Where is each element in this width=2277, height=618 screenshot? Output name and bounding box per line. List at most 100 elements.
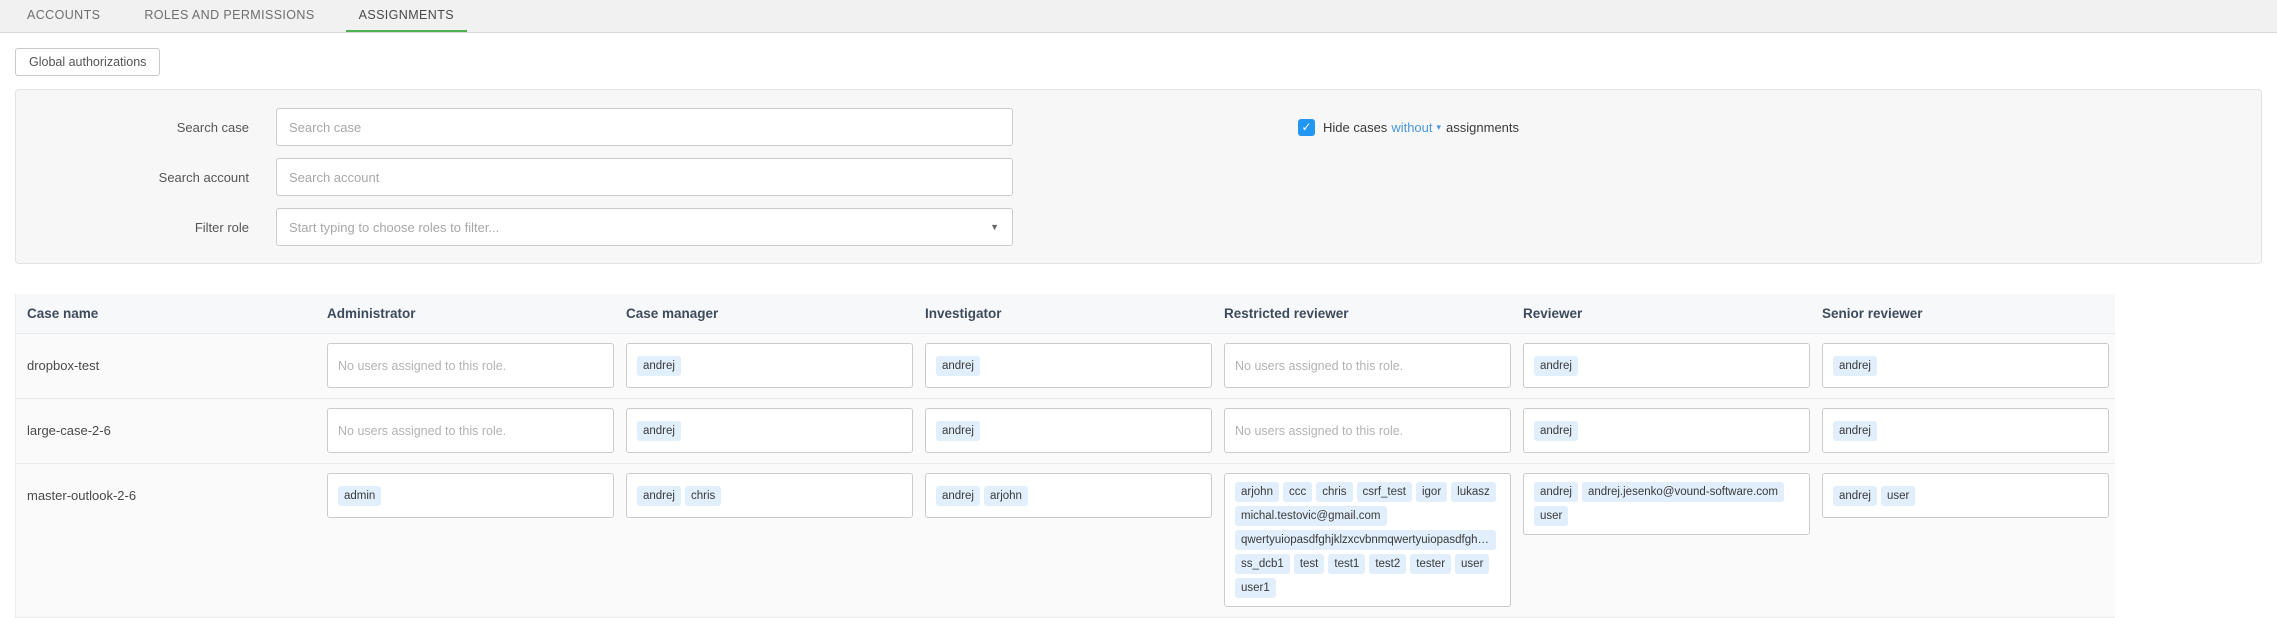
user-chip[interactable]: test2 bbox=[1369, 554, 1406, 574]
user-chip[interactable]: andrej bbox=[637, 486, 681, 506]
user-chip[interactable]: user bbox=[1455, 554, 1489, 574]
role-assignment-box[interactable]: arjohncccchriscsrf_testigorlukasz michal.… bbox=[1224, 473, 1511, 607]
role-assignment-box[interactable]: andrej bbox=[1523, 408, 1810, 453]
tab-bar: ACCOUNTS ROLES AND PERMISSIONS ASSIGNMEN… bbox=[0, 0, 2277, 33]
user-chip[interactable]: chris bbox=[1316, 482, 1352, 502]
user-chip[interactable]: andrej bbox=[1534, 421, 1578, 441]
column-header-administrator: Administrator bbox=[321, 306, 620, 321]
tab-accounts[interactable]: ACCOUNTS bbox=[14, 0, 113, 32]
search-account-input[interactable] bbox=[276, 158, 1013, 196]
role-cell-investigator: andrejarjohn bbox=[919, 473, 1218, 518]
tab-assignments[interactable]: ASSIGNMENTS bbox=[346, 0, 467, 32]
empty-assignment-text: No users assigned to this role. bbox=[1235, 424, 1403, 438]
assignments-table: Case name Administrator Case manager Inv… bbox=[15, 294, 2115, 618]
column-header-restricted-reviewer: Restricted reviewer bbox=[1218, 306, 1517, 321]
hide-cases-control: ✓ Hide cases without ▾ assignments bbox=[1298, 119, 1519, 136]
assignments-table-body: dropbox-testNo users assigned to this ro… bbox=[16, 334, 2115, 618]
user-chip[interactable]: andrej bbox=[936, 421, 980, 441]
user-chip[interactable]: andrej bbox=[1833, 356, 1877, 376]
table-row: large-case-2-6No users assigned to this … bbox=[16, 399, 2115, 464]
user-chip[interactable]: andrej bbox=[1534, 356, 1578, 376]
column-header-senior-reviewer: Senior reviewer bbox=[1816, 306, 2115, 321]
role-cell-restricted-reviewer: No users assigned to this role. bbox=[1218, 343, 1517, 388]
case-name: dropbox-test bbox=[16, 343, 321, 388]
table-row: master-outlook-2-6adminandrejchrisandrej… bbox=[16, 464, 2115, 618]
user-chip[interactable]: admin bbox=[338, 486, 381, 506]
role-cell-administrator: No users assigned to this role. bbox=[321, 343, 620, 388]
user-chip[interactable]: user bbox=[1534, 506, 1568, 526]
role-cell-administrator: admin bbox=[321, 473, 620, 518]
user-chip[interactable]: andrej.jesenko@vound-software.com bbox=[1582, 482, 1784, 502]
hide-cases-text-before: Hide cases bbox=[1323, 120, 1387, 135]
role-cell-case-manager: andrej bbox=[620, 408, 919, 453]
role-assignment-box[interactable]: andrej bbox=[1822, 408, 2109, 453]
user-chip[interactable]: michal.testovic@gmail.com bbox=[1235, 506, 1387, 526]
role-assignment-box[interactable]: No users assigned to this role. bbox=[327, 408, 614, 453]
role-assignment-box[interactable]: andrej bbox=[626, 343, 913, 388]
role-assignment-box[interactable]: andrejuser bbox=[1822, 473, 2109, 518]
role-cell-reviewer: andrej bbox=[1517, 408, 1816, 453]
user-chip[interactable]: arjohn bbox=[1235, 482, 1279, 502]
table-header-row: Case name Administrator Case manager Inv… bbox=[16, 294, 2115, 334]
role-assignment-box[interactable]: andrejandrej.jesenko@vound-software.com u… bbox=[1523, 473, 1810, 535]
role-cell-restricted-reviewer: No users assigned to this role. bbox=[1218, 408, 1517, 453]
role-cell-senior-reviewer: andrej bbox=[1816, 408, 2115, 453]
user-chip[interactable]: ss_dcb1 bbox=[1235, 554, 1290, 574]
hide-cases-checkbox[interactable]: ✓ bbox=[1298, 119, 1315, 136]
role-assignment-box[interactable]: No users assigned to this role. bbox=[1224, 408, 1511, 453]
user-chip[interactable]: andrej bbox=[1833, 421, 1877, 441]
role-assignment-box[interactable]: andrejchris bbox=[626, 473, 913, 518]
user-chip[interactable]: andrej bbox=[936, 486, 980, 506]
role-assignment-box[interactable]: admin bbox=[327, 473, 614, 518]
user-chip[interactable]: andrej bbox=[936, 356, 980, 376]
user-chip[interactable]: test bbox=[1294, 554, 1325, 574]
filter-panel: Search case Search account Filter role ▼… bbox=[15, 89, 2262, 264]
role-cell-investigator: andrej bbox=[919, 343, 1218, 388]
user-chip[interactable]: user1 bbox=[1235, 578, 1276, 598]
user-chip[interactable]: user bbox=[1881, 486, 1915, 506]
user-chip[interactable]: chris bbox=[685, 486, 721, 506]
search-case-label: Search case bbox=[16, 120, 276, 135]
role-assignment-box[interactable]: No users assigned to this role. bbox=[327, 343, 614, 388]
hide-cases-text-after: assignments bbox=[1446, 120, 1519, 135]
user-chip[interactable]: qwertyuiopasdfghjklzxcvbnmqwertyuiopasdf… bbox=[1235, 530, 1496, 550]
role-assignment-box[interactable]: andrej bbox=[925, 408, 1212, 453]
column-header-case-name: Case name bbox=[16, 306, 321, 321]
role-cell-investigator: andrej bbox=[919, 408, 1218, 453]
user-chip[interactable]: tester bbox=[1410, 554, 1451, 574]
user-chip[interactable]: andrej bbox=[1534, 482, 1578, 502]
search-case-input[interactable] bbox=[276, 108, 1013, 146]
filter-role-input[interactable] bbox=[276, 208, 1013, 246]
role-cell-case-manager: andrej bbox=[620, 343, 919, 388]
role-cell-reviewer: andrejandrej.jesenko@vound-software.com u… bbox=[1517, 473, 1816, 535]
role-assignment-box[interactable]: andrej bbox=[925, 343, 1212, 388]
role-assignment-box[interactable]: andrej bbox=[626, 408, 913, 453]
global-authorizations-button[interactable]: Global authorizations bbox=[15, 48, 160, 76]
role-cell-senior-reviewer: andrej bbox=[1816, 343, 2115, 388]
user-chip[interactable]: andrej bbox=[1833, 486, 1877, 506]
hide-cases-mode-link[interactable]: without bbox=[1391, 120, 1432, 135]
user-chip[interactable]: ccc bbox=[1283, 482, 1312, 502]
user-chip[interactable]: csrf_test bbox=[1357, 482, 1412, 502]
role-assignment-box[interactable]: andrejarjohn bbox=[925, 473, 1212, 518]
tab-roles-and-permissions[interactable]: ROLES AND PERMISSIONS bbox=[131, 0, 327, 32]
role-cell-reviewer: andrej bbox=[1517, 343, 1816, 388]
role-assignment-box[interactable]: No users assigned to this role. bbox=[1224, 343, 1511, 388]
role-assignment-box[interactable]: andrej bbox=[1822, 343, 2109, 388]
user-chip[interactable]: test1 bbox=[1328, 554, 1365, 574]
role-cell-administrator: No users assigned to this role. bbox=[321, 408, 620, 453]
chevron-down-icon[interactable]: ▾ bbox=[1437, 122, 1442, 133]
user-chip[interactable]: andrej bbox=[637, 421, 681, 441]
user-chip[interactable]: igor bbox=[1416, 482, 1447, 502]
user-chip[interactable]: lukasz bbox=[1451, 482, 1496, 502]
role-cell-case-manager: andrejchris bbox=[620, 473, 919, 518]
user-chip[interactable]: andrej bbox=[637, 356, 681, 376]
role-cell-restricted-reviewer: arjohncccchriscsrf_testigorlukasz michal.… bbox=[1218, 473, 1517, 607]
toolbar: Global authorizations bbox=[0, 33, 2277, 76]
case-name: master-outlook-2-6 bbox=[16, 473, 321, 518]
role-assignment-box[interactable]: andrej bbox=[1523, 343, 1810, 388]
user-chip[interactable]: arjohn bbox=[984, 486, 1028, 506]
filter-role-label: Filter role bbox=[16, 220, 276, 235]
search-account-label: Search account bbox=[16, 170, 276, 185]
empty-assignment-text: No users assigned to this role. bbox=[338, 359, 506, 373]
